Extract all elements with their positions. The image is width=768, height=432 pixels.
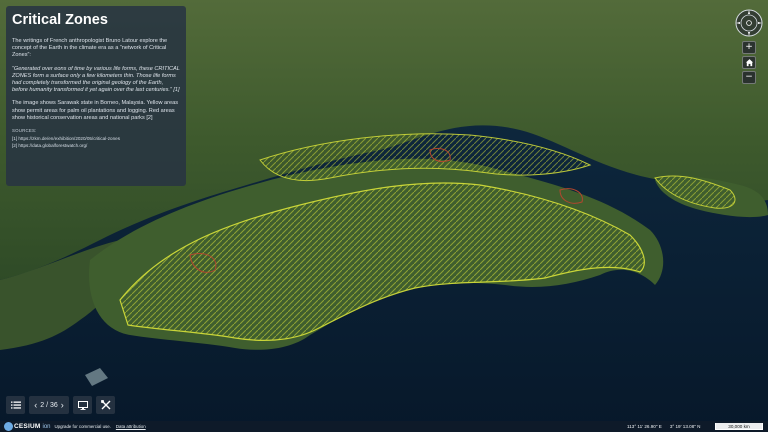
home-button[interactable]: [742, 56, 756, 69]
cesium-mark-icon: [4, 422, 13, 431]
home-icon: [745, 59, 753, 67]
cesium-ion-text: ion: [42, 423, 51, 430]
source-link-1[interactable]: [1] https://zkm.de/en/exhibition/2020/05…: [12, 136, 180, 143]
source-link-2[interactable]: [2] https://data.globalforestwatch.org/: [12, 143, 180, 150]
footer-bar: CESIUM ion Upgrade for commercial use. D…: [0, 421, 768, 432]
tools-button[interactable]: [96, 396, 115, 414]
tools-icon: [100, 400, 110, 410]
compass-icon[interactable]: [735, 9, 763, 37]
list-button[interactable]: [6, 396, 25, 414]
zoom-out-button[interactable]: −: [742, 71, 756, 84]
chevron-right-icon[interactable]: ›: [61, 400, 64, 410]
coordinate-readout: 113° 11' 26.90" E 3° 19' 13.08" N: [627, 421, 700, 432]
story-intro-text: The writings of French anthropologist Br…: [12, 38, 168, 59]
upgrade-notice: Upgrade for commercial use.: [54, 424, 111, 429]
story-description: The image shows Sarawak state in Borneo,…: [12, 100, 179, 121]
story-toolbar: ‹ 2 / 36 ›: [6, 396, 115, 414]
story-panel: Critical Zones The writings of French an…: [6, 6, 186, 186]
chevron-left-icon[interactable]: ‹: [34, 400, 37, 410]
slide-navigator: ‹ 2 / 36 ›: [29, 396, 69, 414]
cesium-logo-text: CESIUM: [14, 423, 41, 430]
longitude-readout: 113° 11' 26.90" E: [627, 424, 662, 429]
list-icon: [10, 401, 21, 409]
monitor-icon: [77, 400, 88, 410]
navigation-controls: + −: [742, 41, 756, 84]
scale-bar: 30,000 km: [715, 423, 763, 430]
zoom-in-button[interactable]: +: [742, 41, 756, 54]
latitude-readout: 3° 19' 13.08" N: [669, 424, 701, 429]
story-title: Critical Zones: [12, 12, 108, 28]
present-button[interactable]: [73, 396, 92, 414]
slide-counter: 2 / 36: [40, 401, 58, 409]
cesium-logo[interactable]: CESIUM ion: [4, 421, 51, 432]
sources-heading: sources:: [12, 128, 37, 134]
story-quote: “Generated over eons of time by various …: [12, 65, 180, 94]
data-attribution-link[interactable]: Data attribution: [116, 424, 146, 429]
